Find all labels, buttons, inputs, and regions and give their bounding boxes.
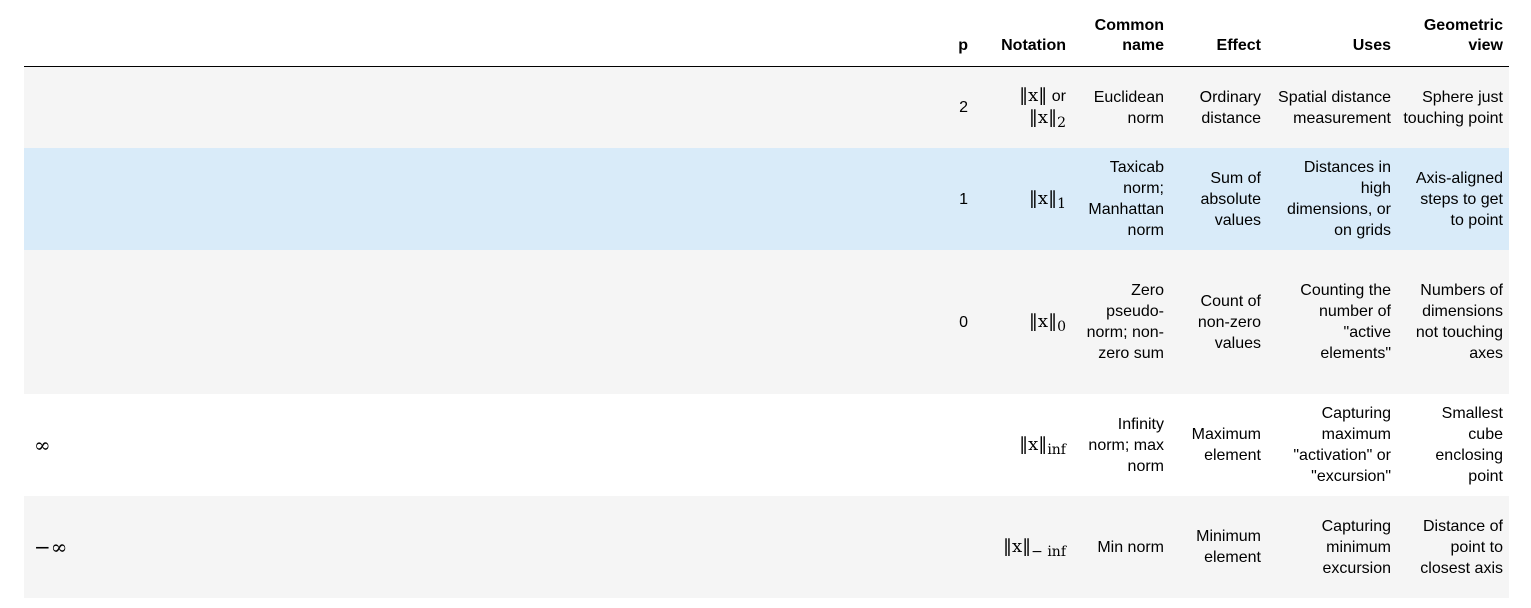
notation-math: ‖x‖ (1028, 310, 1058, 332)
cell-p: 1 (959, 190, 968, 208)
table-row: −∞ ‖x‖− inf Min norm Minimum element Cap… (24, 496, 1509, 598)
cell-geometric-view: Axis-aligned steps to get to point (1415, 169, 1503, 229)
cell-effect: Ordinary distance (1199, 88, 1261, 127)
cell-effect: Minimum element (1196, 528, 1261, 566)
cell-p: 2 (959, 99, 968, 116)
cell-p: −∞ (34, 534, 68, 559)
norms-table: p Notation Common name Effect Uses Geome… (24, 0, 1509, 598)
cell-geometric-view: Smallest cube enclosing point (1435, 405, 1503, 485)
cell-p: ∞ (34, 432, 51, 457)
notation-or: or (1051, 88, 1066, 105)
header-notation: Notation (1001, 37, 1066, 54)
cell-notation: ‖x‖inf (974, 433, 1072, 458)
table-row: ∞ ‖x‖inf Infinity norm; max norm Maximum… (24, 394, 1509, 496)
cell-uses: Spatial distance measurement (1278, 88, 1391, 127)
table-row-highlighted: 1 ‖x‖1 Taxicab norm; Manhattan norm Sum … (24, 148, 1509, 250)
header-effect: Effect (1216, 37, 1261, 54)
cell-uses: Distances in high dimensions, or on grid… (1286, 159, 1391, 239)
cell-notation: ‖x‖− inf (974, 535, 1072, 560)
notation-subscript: − inf (1031, 543, 1066, 560)
cell-uses: Counting the number of "active elements" (1300, 282, 1391, 362)
cell-common-name: Taxicab norm; Manhattan norm (1088, 159, 1164, 239)
notation-math: ‖x‖ (1002, 535, 1032, 557)
notation-math: ‖x‖ (1028, 187, 1058, 209)
cell-common-name: Zero pseudo-norm; non-zero sum (1086, 282, 1164, 362)
cell-common-name: Euclidean norm (1093, 88, 1164, 127)
cell-p: 0 (959, 313, 968, 331)
notation-subscript: 1 (1057, 195, 1066, 212)
cell-geometric-view: Sphere just touching point (1403, 88, 1503, 127)
cell-notation: ‖x‖0 (974, 310, 1072, 335)
cell-notation: ‖x‖1 (974, 187, 1072, 212)
cell-geometric-view: Numbers of dimensions not touching axes (1415, 282, 1503, 362)
notation-subscript: 2 (1057, 115, 1066, 131)
header-geometric-view: Geometric view (1423, 17, 1503, 54)
cell-effect: Sum of absolute values (1200, 169, 1262, 229)
header-p: p (958, 37, 968, 54)
table-row: 2 ‖x‖ or ‖x‖2 Euclidean norm Ordinary di… (24, 67, 1509, 148)
cell-effect: Count of non-zero values (1197, 292, 1261, 352)
notation-subscript: inf (1047, 441, 1066, 458)
header-uses: Uses (1352, 37, 1391, 54)
cell-geometric-view: Distance of point to closest axis (1420, 517, 1503, 577)
notation-math: ‖x‖ (1019, 85, 1048, 106)
cell-notation: ‖x‖ or ‖x‖2 (974, 85, 1072, 131)
cell-common-name: Infinity norm; max norm (1088, 415, 1164, 475)
notation-subscript: 0 (1057, 318, 1066, 335)
header-common-name: Common name (1094, 17, 1164, 54)
notation-math: ‖x‖ (1028, 107, 1058, 128)
cell-common-name: Min norm (1097, 538, 1164, 556)
cell-uses: Capturing maximum "activation" or "excur… (1293, 405, 1391, 485)
notation-math: ‖x‖ (1019, 433, 1048, 455)
cell-uses: Capturing minimum excursion (1321, 517, 1391, 577)
table-row: 0 ‖x‖0 Zero pseudo-norm; non-zero sum Co… (24, 250, 1509, 394)
cell-effect: Maximum element (1191, 426, 1261, 464)
table-header-row: p Notation Common name Effect Uses Geome… (24, 0, 1509, 67)
